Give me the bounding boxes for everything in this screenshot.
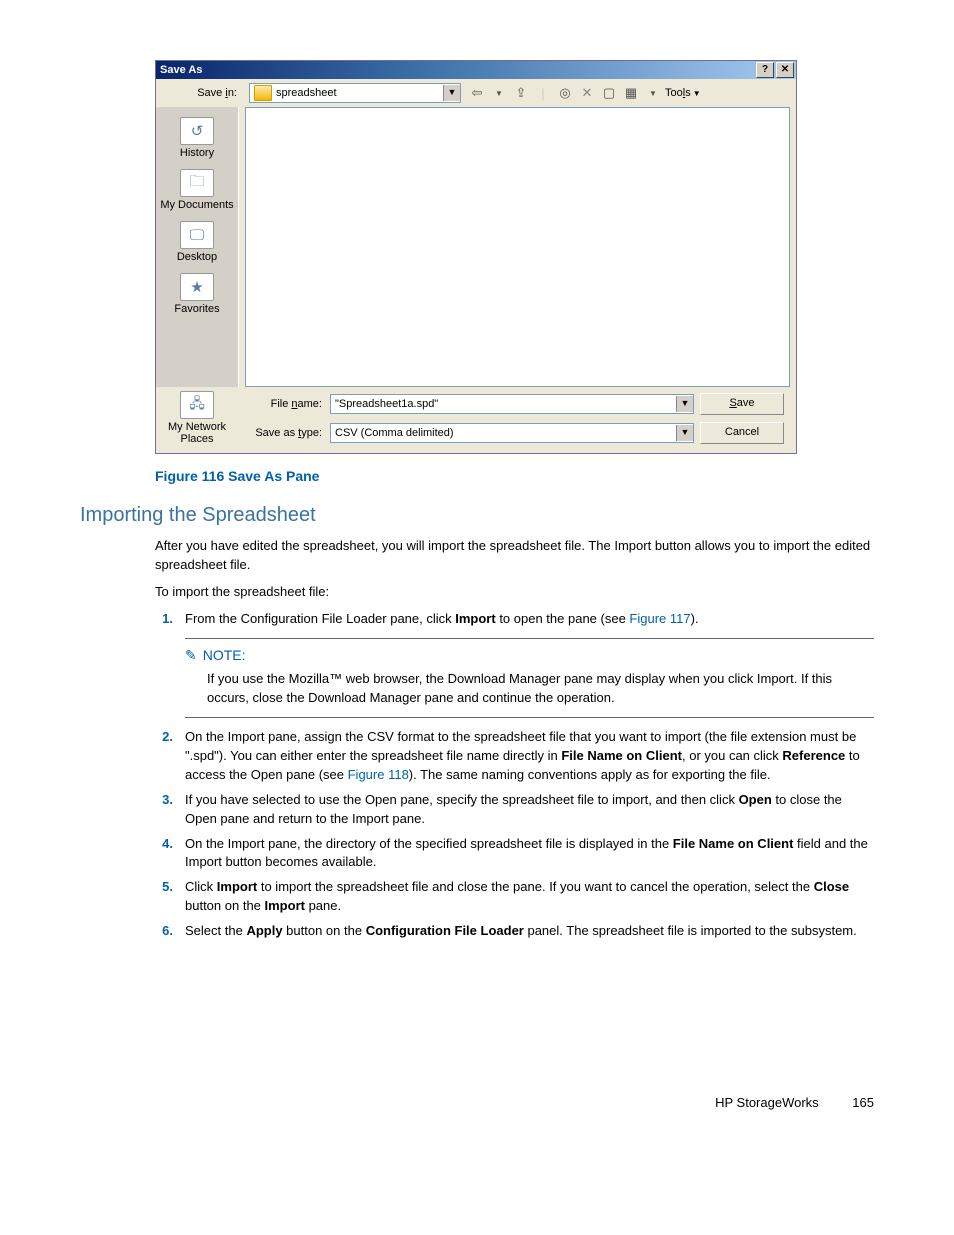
place-desktop[interactable]: 🖵 Desktop [156, 221, 238, 263]
desktop-icon: 🖵 [180, 221, 214, 249]
filename-input[interactable]: "Spreadsheet1a.spd" ▼ [330, 394, 694, 414]
place-label: My Documents [156, 199, 238, 211]
places-sidebar: ↺ History 🗀 My Documents 🖵 Desktop ★ Fav… [156, 107, 239, 387]
filename-value: "Spreadsheet1a.spd" [331, 398, 676, 410]
delete-icon[interactable]: ✕ [577, 84, 597, 102]
savetype-dropdown[interactable]: CSV (Comma delimited) ▼ [330, 423, 694, 443]
cancel-button[interactable]: Cancel [700, 422, 784, 444]
place-network[interactable]: 🖧 My Network Places [156, 391, 238, 445]
toolbar-icons: ⇦ ▼ ⇪ | ◎ ✕ ▢ ▦ ▼ Tools▼ [467, 84, 701, 102]
back-menu-icon[interactable]: ▼ [489, 84, 509, 102]
network-icon: 🖧 [180, 391, 214, 419]
note-label: NOTE: [203, 645, 246, 665]
intro-paragraph: After you have edited the spreadsheet, y… [155, 537, 874, 575]
chevron-down-icon: ▼ [443, 85, 460, 101]
step-4: 4. On the Import pane, the directory of … [155, 835, 874, 873]
views-icon[interactable]: ▦ [621, 84, 641, 102]
history-icon: ↺ [180, 117, 214, 145]
step-1: 1. From the Configuration File Loader pa… [155, 610, 874, 629]
place-label: Desktop [156, 251, 238, 263]
note-block: ✎ NOTE: If you use the Mozilla™ web brow… [185, 638, 874, 718]
place-history[interactable]: ↺ History [156, 117, 238, 159]
place-label: History [156, 147, 238, 159]
save-in-value: spreadsheet [276, 87, 443, 99]
place-my-documents[interactable]: 🗀 My Documents [156, 169, 238, 211]
savetype-value: CSV (Comma delimited) [331, 427, 676, 439]
dialog-title: Save As [160, 64, 202, 76]
folder-icon [254, 85, 272, 101]
save-in-dropdown[interactable]: spreadsheet ▼ [249, 83, 461, 103]
documents-icon: 🗀 [180, 169, 214, 197]
figure-caption: Figure 116 Save As Pane [155, 468, 874, 484]
close-button[interactable]: ✕ [776, 62, 794, 78]
chevron-down-icon: ▼ [676, 425, 693, 441]
lead-in: To import the spreadsheet file: [155, 583, 874, 602]
page-footer: HP StorageWorks 165 [715, 1095, 874, 1110]
save-in-label: Save in: [162, 87, 243, 99]
note-text: If you use the Mozilla™ web browser, the… [207, 670, 874, 708]
note-icon: ✎ [185, 645, 197, 665]
file-list-area[interactable] [245, 107, 790, 387]
step-6: 6. Select the Apply button on the Config… [155, 922, 874, 941]
tools-menu[interactable]: Tools▼ [665, 84, 701, 102]
save-button[interactable]: Save [700, 393, 784, 415]
filename-label: File name: [244, 398, 324, 410]
figure-link-118[interactable]: Figure 118 [348, 767, 409, 782]
figure-link-117[interactable]: Figure 117 [629, 611, 690, 626]
favorites-icon: ★ [180, 273, 214, 301]
step-2: 2. On the Import pane, assign the CSV fo… [155, 728, 874, 785]
search-web-icon[interactable]: ◎ [555, 84, 575, 102]
views-menu-icon[interactable]: ▼ [643, 84, 663, 102]
footer-page-number: 165 [852, 1095, 874, 1110]
help-button[interactable]: ? [756, 62, 774, 78]
up-folder-icon[interactable]: ⇪ [511, 84, 531, 102]
savetype-label: Save as type: [244, 427, 324, 439]
back-icon[interactable]: ⇦ [467, 84, 487, 102]
section-heading: Importing the Spreadsheet [80, 504, 874, 527]
place-favorites[interactable]: ★ Favorites [156, 273, 238, 315]
step-5: 5. Click Import to import the spreadshee… [155, 878, 874, 916]
chevron-down-icon: ▼ [676, 396, 693, 412]
step-3: 3. If you have selected to use the Open … [155, 791, 874, 829]
footer-product: HP StorageWorks [715, 1095, 819, 1110]
place-label: My Network Places [156, 421, 238, 445]
dialog-titlebar: Save As ? ✕ [156, 61, 796, 79]
place-label: Favorites [156, 303, 238, 315]
new-folder-icon[interactable]: ▢ [599, 84, 619, 102]
save-as-dialog: Save As ? ✕ Save in: spreadsheet ▼ ⇦ ▼ ⇪… [155, 60, 797, 454]
